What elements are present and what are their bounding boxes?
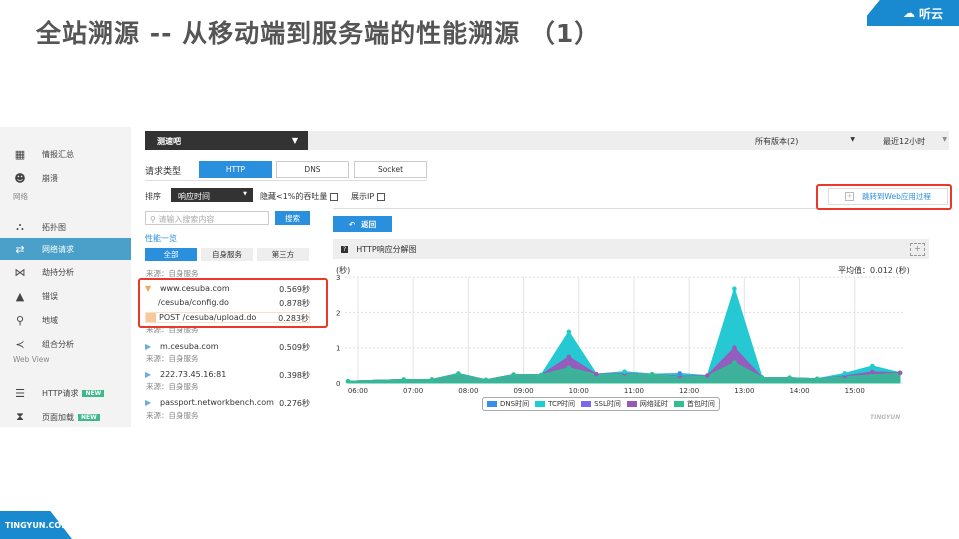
legend-label: 首包时间: [686, 400, 715, 408]
chart-legend: DNS时间 TCP时间 SSL时间 网络延时 首包时间: [482, 397, 720, 411]
data-point: [759, 375, 765, 380]
area-chart: 0 1 2 3 06:00 07:00 08:00 09:00 10:00 11:00 12:00 1…: [336, 274, 905, 395]
y-tick-label: 1: [336, 345, 340, 353]
data-point: [622, 369, 627, 375]
x-tick-label: 11:00: [624, 387, 644, 395]
data-point: [538, 372, 544, 378]
data-point: [566, 365, 572, 371]
legend-label: TCP时间: [548, 400, 576, 408]
y-tick-label: 3: [336, 274, 340, 282]
watermark: TINGYUN: [870, 414, 901, 421]
x-tick-label: 07:00: [403, 387, 423, 395]
data-point: [677, 371, 683, 376]
series-area-TCP时间: [347, 287, 901, 384]
legend-swatch: [673, 401, 684, 407]
x-tick-label: 12:00: [679, 387, 699, 395]
x-tick-label: 08:00: [458, 387, 478, 395]
legend-item[interactable]: 网络延时: [626, 399, 668, 409]
legend-swatch: [487, 401, 497, 407]
data-point: [787, 375, 792, 381]
legend-label: DNS时间: [500, 400, 530, 408]
data-point: [566, 329, 572, 335]
data-point: [456, 371, 461, 376]
legend-swatch: [626, 401, 637, 407]
legend-swatch: [581, 401, 592, 407]
x-tick-label: 09:00: [513, 387, 533, 395]
data-point: [732, 286, 737, 292]
data-point: [401, 377, 407, 382]
data-point: [732, 345, 737, 351]
data-point: [483, 377, 489, 383]
data-point: [897, 370, 903, 376]
series-area-DNS时间: [347, 287, 901, 384]
data-point: [649, 371, 655, 377]
data-point: [566, 354, 572, 360]
x-tick-label: 15:00: [845, 387, 865, 395]
data-point: [429, 377, 435, 382]
x-tick-label: 13:00: [734, 387, 754, 395]
data-point: [345, 378, 351, 384]
y-tick-label: 2: [336, 309, 340, 317]
y-tick-label: 0: [336, 380, 340, 388]
x-tick-label: 10:00: [569, 387, 589, 395]
data-point: [870, 363, 875, 369]
legend-swatch: [535, 401, 546, 407]
data-point: [511, 372, 516, 377]
data-point: [870, 369, 875, 375]
legend-item[interactable]: 首包时间: [673, 399, 715, 409]
x-tick-label: 14:00: [789, 387, 809, 395]
legend-label: 网络延时: [639, 400, 668, 408]
legend-label: SSL时间: [594, 400, 621, 408]
data-point: [732, 360, 737, 365]
legend-item[interactable]: TCP时间: [535, 399, 575, 409]
data-point: [842, 371, 848, 376]
legend-item[interactable]: SSL时间: [581, 399, 621, 409]
data-point: [705, 373, 710, 378]
data-point: [814, 376, 820, 382]
x-tick-label: 06:00: [348, 387, 368, 395]
legend-item[interactable]: DNS时间: [487, 399, 529, 409]
data-point: [594, 371, 599, 377]
